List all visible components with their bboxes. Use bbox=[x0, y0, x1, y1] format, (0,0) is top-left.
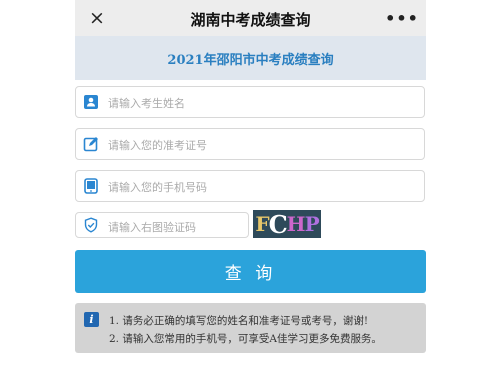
phone-field[interactable] bbox=[75, 170, 425, 202]
banner: 2021年邵阳市中考成绩查询 bbox=[75, 36, 426, 80]
phone-icon bbox=[84, 178, 98, 194]
title-bar: × 湖南中考成绩查询 ••• bbox=[75, 0, 426, 36]
captcha-input[interactable] bbox=[106, 215, 250, 239]
more-icon: ••• bbox=[385, 8, 419, 28]
notice-line-1: 1. 请务必正确的填写您的姓名和准考证号或考号，谢谢! bbox=[109, 315, 369, 327]
info-icon: i bbox=[84, 312, 99, 327]
ticket-number-input[interactable] bbox=[106, 133, 410, 157]
captcha-field[interactable] bbox=[75, 212, 250, 239]
phone-input[interactable] bbox=[106, 175, 410, 199]
name-input[interactable] bbox=[106, 91, 410, 115]
notice-box: i 1. 请务必正确的填写您的姓名和准考证号或考号，谢谢! 2. 请输入您常用的… bbox=[75, 303, 426, 353]
edit-icon bbox=[83, 137, 98, 152]
banner-title: 2021年邵阳市中考成绩查询 bbox=[167, 52, 334, 68]
shield-check-icon bbox=[84, 217, 98, 233]
page-title: 湖南中考成绩查询 bbox=[190, 11, 311, 29]
captcha-char: H bbox=[286, 212, 306, 236]
phone-screen: × 湖南中考成绩查询 ••• 2021年邵阳市中考成绩查询 请输入考生姓名 请输… bbox=[75, 0, 426, 384]
more-button[interactable]: ••• bbox=[385, 8, 418, 28]
contact-card-icon bbox=[84, 95, 98, 109]
ticket-field[interactable] bbox=[75, 128, 425, 160]
captcha-image[interactable]: FCHP bbox=[253, 210, 321, 238]
name-field[interactable] bbox=[75, 86, 425, 118]
query-button[interactable]: 查 询 bbox=[75, 250, 426, 293]
captcha-char: C bbox=[268, 210, 288, 238]
captcha-char: P bbox=[304, 212, 320, 236]
captcha-char: F bbox=[255, 212, 269, 236]
notice-line-2: 2. 请输入您常用的手机号，可享受A佳学习更多免费服务。 bbox=[109, 333, 382, 345]
